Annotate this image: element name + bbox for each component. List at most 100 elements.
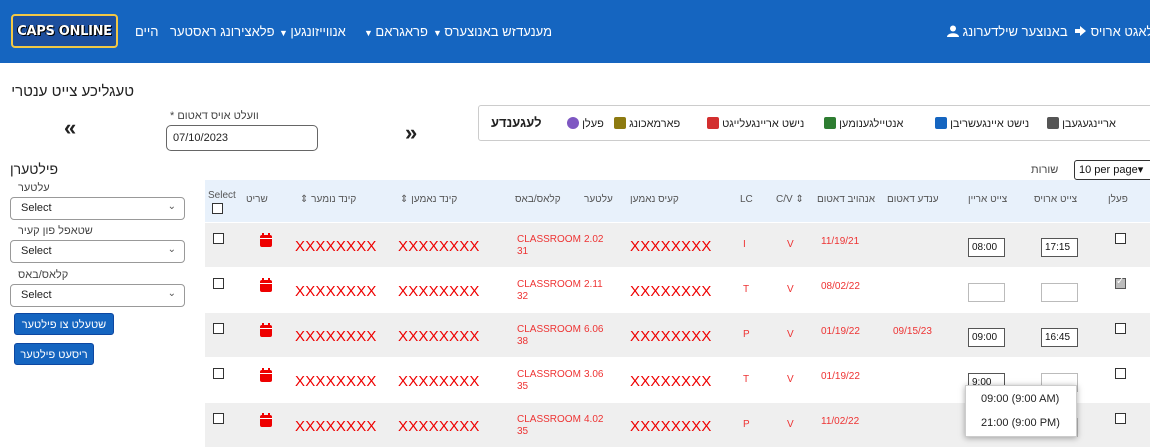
caps-online-logo[interactable]: CAPS ONLINE [11, 14, 118, 48]
header-lc: LC [740, 194, 753, 205]
calendar-icon[interactable] [260, 278, 272, 292]
time-in-input[interactable] [968, 328, 1005, 347]
rows-per-page-select[interactable]: 10 per page▾ [1074, 160, 1150, 180]
nav-manage-users[interactable]: ▼ מענעדזש באנוצערס [433, 24, 552, 41]
logout-label: לאגט ארויס [1090, 24, 1150, 39]
age: 6.06 [584, 324, 604, 335]
next-day-button[interactable]: » [405, 120, 417, 146]
date-picker-label: * וועלט אויס דאטום [170, 110, 259, 122]
rows-per-page-label: שורות [1031, 164, 1059, 176]
child-number: XXXXXXXX [295, 283, 377, 300]
apply-filter-button[interactable]: שטעלט צו פילטער [14, 313, 114, 335]
class-number: 35 [517, 381, 529, 392]
legend-not-submitted: נישט אריינגעלייגט [707, 117, 804, 130]
absent-checkbox[interactable] [1115, 233, 1126, 244]
date-label-text: * וועלט אויס דאטום [170, 110, 259, 122]
child-number: XXXXXXXX [295, 418, 377, 435]
nav-placement-list[interactable]: פלאצירונג ראסטער [170, 24, 275, 39]
end-date: 09/15/23 [893, 326, 932, 337]
filter-care-level-select[interactable]: Select ⌄ [10, 240, 185, 263]
class-number: 35 [517, 426, 529, 437]
calendar-icon[interactable] [260, 368, 272, 382]
nav-home[interactable]: היים [135, 24, 159, 39]
age: 4.02 [584, 414, 604, 425]
user-settings-label: באנוצער שילדערונג [962, 24, 1068, 39]
legend-absent-label: פעלן [582, 118, 604, 130]
absent-checkbox[interactable] [1115, 323, 1126, 334]
filter-care-level-value: Select [21, 245, 52, 257]
child-name: XXXXXXXX [398, 283, 480, 300]
absent-checkbox[interactable] [1115, 276, 1126, 289]
logout-icon [1075, 26, 1086, 36]
user-settings-link[interactable]: באנוצער שילדערונג [947, 24, 1068, 39]
time-out-input[interactable] [1041, 283, 1078, 302]
filter-age-value: Select [21, 202, 52, 214]
header-case-name: קעיס נאמען [630, 194, 679, 205]
time-out-input[interactable] [1041, 238, 1078, 257]
nav-program-caret-icon: ▼ [364, 28, 376, 38]
class-name: CLASSROOM [517, 279, 581, 290]
legend-not-registered-label: נישט איינגעשריבן [950, 118, 1030, 130]
legend-attended-label: אנטיילגענומען [839, 118, 904, 130]
nav-program[interactable]: ▼ פראגראם [364, 24, 428, 41]
age: 2.11 [584, 279, 603, 290]
row-select-checkbox[interactable] [213, 233, 224, 244]
case-name: XXXXXXXX [630, 418, 712, 435]
nav-program-label: פראגראם [375, 24, 428, 39]
table-row: XXXXXXXX XXXXXXXX CLASSROOM 32 2.11 XXXXXXXX T… [205, 268, 1150, 312]
date-input[interactable] [166, 125, 318, 151]
class-name: CLASSROOM [517, 324, 581, 335]
row-select-checkbox[interactable] [213, 368, 224, 379]
cv: V [787, 239, 794, 250]
calendar-icon[interactable] [260, 323, 272, 337]
class-number: 32 [517, 291, 529, 302]
child-name: XXXXXXXX [398, 418, 480, 435]
reset-filter-button[interactable]: ריסעט פילטער [14, 343, 94, 365]
row-select-checkbox[interactable] [213, 278, 224, 289]
nav-instructions-caret-icon: ▼ [279, 28, 291, 38]
nav-instructions[interactable]: ▼ אנווײזונגען [279, 24, 346, 41]
time-option[interactable]: 21:00 (9:00 PM) [981, 417, 1060, 429]
header-class: קלאס/באס [515, 194, 561, 205]
chevron-down-icon: ⌄ [167, 244, 176, 255]
absent-checkbox[interactable] [1115, 368, 1126, 379]
child-name: XXXXXXXX [398, 238, 480, 255]
nav-instructions-label: אנווײזונגען [290, 24, 346, 39]
child-number: XXXXXXXX [295, 328, 377, 345]
header-child-number[interactable]: ⇕ קינד נומער [300, 194, 356, 205]
case-name: XXXXXXXX [630, 283, 712, 300]
header-select: Select [208, 190, 236, 201]
time-in-input[interactable] [968, 283, 1005, 302]
legend-closed: פארמאכונג [614, 117, 680, 130]
filter-care-level-label: שטאפל פון קעיר [18, 225, 93, 237]
logout-link[interactable]: לאגט ארויס [1075, 24, 1150, 39]
nav-manage-users-caret-icon: ▼ [433, 28, 445, 38]
start-date: 11/02/22 [821, 416, 860, 427]
class-name: CLASSROOM [517, 234, 581, 245]
absent-checkbox[interactable] [1115, 413, 1126, 424]
previous-day-button[interactable]: « [64, 115, 76, 141]
filter-class-select[interactable]: Select ⌄ [10, 284, 185, 307]
chevron-down-icon: ⌄ [167, 201, 176, 212]
row-select-checkbox[interactable] [213, 323, 224, 334]
class-name: CLASSROOM [517, 369, 581, 380]
table-row: XXXXXXXX XXXXXXXX CLASSROOM 38 6.06 XXXXXXXX P… [205, 313, 1150, 357]
header-cv[interactable]: C/V ⇕ [776, 194, 804, 205]
child-name: XXXXXXXX [398, 373, 480, 390]
child-number: XXXXXXXX [295, 373, 377, 390]
time-out-input[interactable] [1041, 328, 1078, 347]
calendar-blue-icon [935, 117, 947, 129]
page-title: טעגליכע צייט ענטרי [11, 83, 134, 100]
filter-age-select[interactable]: Select ⌄ [10, 197, 185, 220]
legend-submitted: אריינגעגעבן [1047, 117, 1116, 130]
case-name: XXXXXXXX [630, 373, 712, 390]
calendar-icon[interactable] [260, 233, 272, 247]
time-option[interactable]: 09:00 (9:00 AM) [981, 393, 1059, 405]
header-absent: פעלן [1108, 194, 1128, 205]
header-child-name[interactable]: ⇕ קינד נאמען [400, 194, 457, 205]
time-in-input[interactable] [968, 238, 1005, 257]
select-all-checkbox[interactable] [212, 203, 223, 214]
calendar-icon[interactable] [260, 413, 272, 427]
calendar-check-icon [1047, 117, 1059, 129]
row-select-checkbox[interactable] [213, 413, 224, 424]
